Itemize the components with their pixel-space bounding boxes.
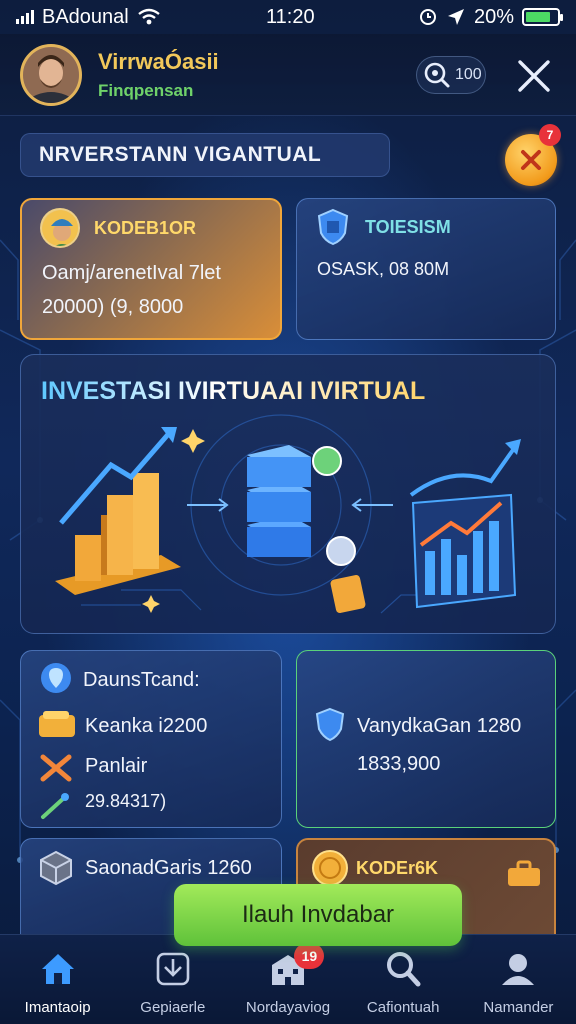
tab-portfolio[interactable]: Gepiaerle — [115, 935, 230, 1024]
tab-badge: 19 — [294, 943, 325, 969]
tab-notifications[interactable]: 19 Nordayaviog — [230, 935, 345, 1024]
search-count: 100 — [455, 66, 482, 83]
card-title: SaonadGaris 1260 — [85, 857, 252, 879]
investment-card-blue[interactable]: TOIESISM OSASK, 08 80M — [296, 198, 556, 340]
bottom-tab-bar: Imantaoip Gepiaerle 19 Nordayaviog Cafio… — [0, 934, 576, 1024]
battery-percent: 20% — [473, 5, 514, 28]
tab-label: Namander — [483, 999, 554, 1016]
app-name: VirrwaÓasii — [98, 48, 219, 74]
rocket-icon — [41, 793, 69, 819]
card-text: VanydkaGan 1280 — [357, 715, 522, 737]
tab-profile[interactable]: Namander — [461, 935, 576, 1024]
server-icon — [187, 445, 393, 614]
portfolio-card[interactable]: VanydkaGan 1280 1833,900 — [296, 650, 556, 828]
clock: 11:20 — [266, 5, 315, 28]
status-bar: BAdounal 11:20 20% — [0, 0, 576, 34]
user-icon — [502, 954, 535, 985]
card-title: KODEB1OR — [94, 218, 197, 238]
search-icon — [424, 62, 450, 88]
notification-badge: 7 — [539, 124, 561, 146]
card-title: DaunsTcand: — [83, 669, 200, 691]
investment-illustration — [55, 414, 521, 614]
tab-label: Gepiaerle — [140, 999, 206, 1016]
character-icon — [40, 208, 80, 248]
tab-label: Nordayaviog — [245, 999, 331, 1016]
box-icon — [40, 850, 72, 886]
tab-home[interactable]: Imantaoip — [0, 935, 115, 1024]
card-value: 20000) (9, 8000 — [42, 296, 184, 318]
market-chart-icon — [409, 439, 521, 609]
location-icon — [447, 9, 464, 25]
page-banner: NRVERSTANN VIGANTUAL — [20, 133, 390, 177]
app-subtitle: Finqpensan — [98, 80, 194, 100]
card-text: Oamj/arenetIval 7let — [42, 262, 221, 284]
tab-label: Imantaoip — [24, 999, 91, 1016]
battery-icon — [522, 8, 563, 26]
investment-card-gold[interactable]: KODEB1OR Oamj/arenetIval 7let 20000) (9,… — [20, 198, 282, 340]
invest-button-label: Ilauh Invdabar — [241, 901, 395, 928]
app-header: VirrwaÓasii Finqpensan 100 — [0, 34, 576, 116]
shield-icon — [315, 707, 345, 742]
card-text: OSASK, 08 80M — [317, 259, 450, 279]
card-row: 29.84317) — [85, 791, 167, 811]
tools-icon — [40, 754, 72, 782]
card-title: TOIESISM — [365, 217, 451, 237]
avatar[interactable] — [20, 43, 82, 106]
gold-chart-icon — [55, 427, 205, 613]
home-icon — [41, 954, 74, 984]
location-pin-icon — [41, 663, 71, 693]
alarm-icon — [419, 9, 436, 25]
hero-panel: INVESTASI IVIRTUAAI IVIRTUAL — [20, 354, 556, 634]
wallet-icon — [39, 711, 75, 737]
close-button[interactable] — [514, 56, 554, 96]
card-row: Keanka i2200 — [85, 715, 208, 737]
clipboard-icon — [156, 952, 190, 986]
wifi-icon — [138, 8, 160, 25]
tab-label: Cafiontuah — [366, 999, 440, 1016]
invest-button[interactable]: Ilauh Invdabar — [174, 884, 462, 946]
card-row: Panlair — [85, 755, 148, 777]
coin-icon — [312, 850, 348, 886]
briefcase-icon — [508, 860, 540, 886]
signal-icon — [16, 10, 34, 24]
tab-search[interactable]: Cafiontuah — [346, 935, 461, 1024]
search-icon — [387, 952, 421, 987]
card-title: KODEr6K — [356, 858, 439, 878]
banner-title: NRVERSTANN VIGANTUAL — [39, 143, 322, 166]
search-button[interactable]: 100 — [416, 56, 486, 94]
carrier-name: BAdounal — [42, 5, 129, 28]
shield-icon — [317, 208, 349, 246]
close-icon — [518, 60, 550, 92]
dashboard-card[interactable]: DaunsTcand: Keanka i2200 Panlair 29.8431… — [20, 650, 282, 828]
card-value: 1833,900 — [357, 753, 441, 775]
